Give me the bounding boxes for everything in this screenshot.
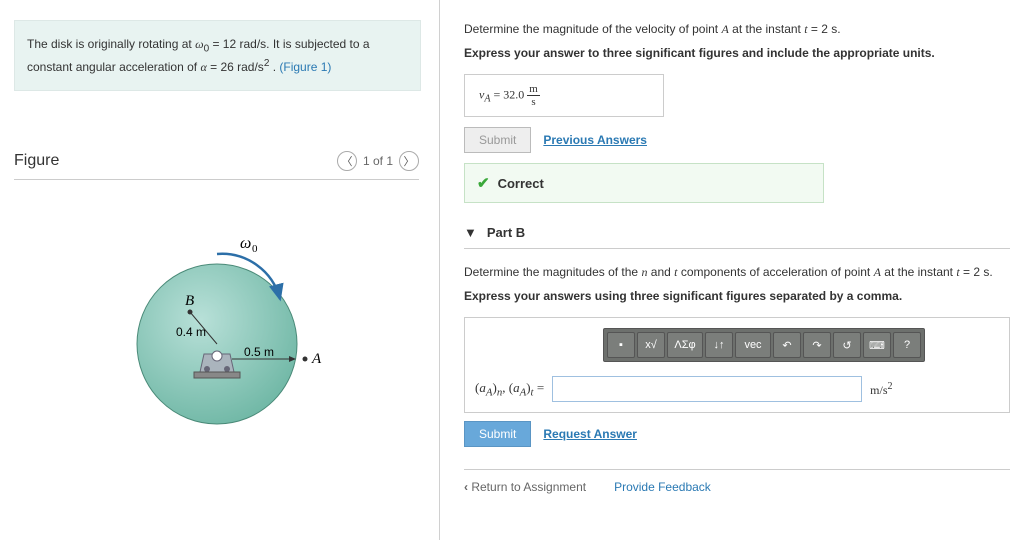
pager-text: 1 of 1 (363, 154, 393, 168)
tool-keyboard[interactable]: ⌨ (863, 332, 891, 358)
partA-answer-box: vA = 32.0 ms (464, 74, 664, 117)
tool-vec[interactable]: vec (735, 332, 771, 358)
partB-lhs-label: (aA)n, (aA)t = (475, 380, 552, 399)
correct-text: Correct (498, 176, 544, 191)
correct-feedback: ✔ Correct (464, 163, 824, 203)
problem-statement: The disk is originally rotating at ω0 = … (14, 20, 421, 91)
omega-val: = 12 rad/s (209, 37, 266, 51)
partB-prompt: Determine the magnitudes of the n and t … (464, 263, 1010, 281)
math-toolbar: ▪ x√ ΛΣφ ↓↑ vec ↶ ↷ ↺ ⌨ ? (603, 328, 925, 362)
figure-pager: 〈 1 of 1 〉 (337, 151, 419, 171)
return-to-assignment[interactable]: ‹ Return to Assignment (464, 480, 586, 494)
answer-input-area: ▪ x√ ΛΣφ ↓↑ vec ↶ ↷ ↺ ⌨ ? (aA)n, (aA)t =… (464, 317, 1010, 413)
partA-prompt: Determine the magnitude of the velocity … (464, 20, 1010, 38)
partB-submit-button[interactable]: Submit (464, 421, 531, 447)
previous-answers-link[interactable]: Previous Answers (543, 133, 647, 147)
check-icon: ✔ (477, 174, 490, 192)
figure-image: ω0 B 0.4 m 0.5 m A (14, 204, 419, 444)
tool-help[interactable]: ? (893, 332, 921, 358)
omega-symbol: ω (195, 37, 203, 51)
partB-unit: m/s2 (862, 381, 892, 398)
tool-redo[interactable]: ↷ (803, 332, 831, 358)
problem-text3: . (269, 60, 279, 74)
partB-title: Part B (487, 225, 525, 240)
tool-greek[interactable]: ΛΣφ (667, 332, 703, 358)
tool-reset[interactable]: ↺ (833, 332, 861, 358)
svg-text:0: 0 (252, 243, 258, 255)
problem-text: The disk is originally rotating at (27, 37, 195, 51)
pager-prev-button[interactable]: 〈 (337, 151, 357, 171)
collapse-icon: ▼ (464, 225, 477, 240)
partB-header[interactable]: ▼ Part B (464, 225, 1010, 249)
partA-instruction: Express your answer to three significant… (464, 46, 1010, 60)
fig-r2-label: 0.5 m (244, 345, 274, 359)
tool-templates[interactable]: x√ (637, 332, 665, 358)
fig-r1-label: 0.4 m (176, 325, 206, 339)
fig-B-label: B (185, 293, 194, 309)
partB-instruction: Express your answers using three signifi… (464, 289, 1010, 303)
partB-answer-input[interactable] (552, 376, 862, 402)
figure-link[interactable]: (Figure 1) (279, 60, 331, 74)
fig-w0-label: ω (240, 235, 251, 252)
tool-subscript[interactable]: ↓↑ (705, 332, 733, 358)
fig-A-label: A (311, 351, 322, 367)
tool-square[interactable]: ▪ (607, 332, 635, 358)
pager-next-button[interactable]: 〉 (399, 151, 419, 171)
figure-title: Figure (14, 152, 59, 170)
tool-undo[interactable]: ↶ (773, 332, 801, 358)
provide-feedback-link[interactable]: Provide Feedback (614, 480, 711, 494)
partA-submit-button[interactable]: Submit (464, 127, 531, 153)
request-answer-link[interactable]: Request Answer (543, 427, 637, 441)
alpha-val: = 26 rad/s (207, 60, 264, 74)
